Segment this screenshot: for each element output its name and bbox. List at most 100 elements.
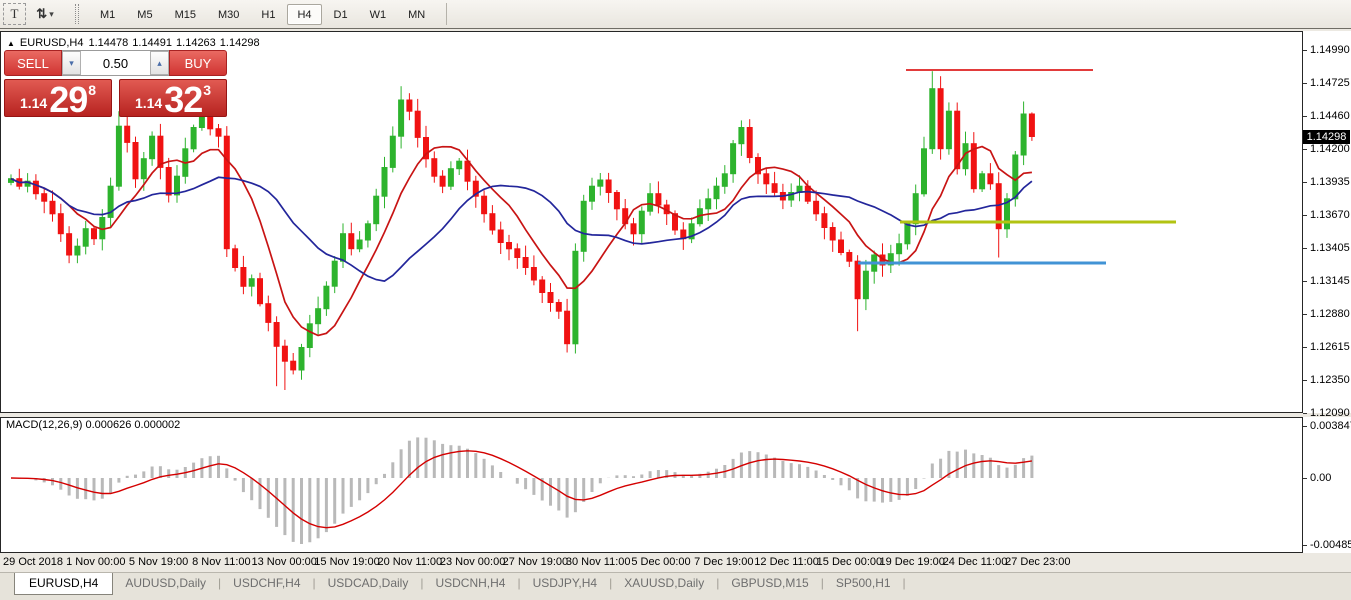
candle xyxy=(548,293,553,303)
price-axis-tick xyxy=(1303,149,1307,150)
timeframe-button-m15[interactable]: M15 xyxy=(165,4,206,25)
diagonal-arrows-icon[interactable]: ⇅ ▾ xyxy=(29,3,61,25)
candle xyxy=(291,361,296,370)
price-axis-label: 1.12615 xyxy=(1310,341,1350,353)
candle xyxy=(648,194,653,212)
candle xyxy=(133,143,138,179)
price-axis-label: 1.14460 xyxy=(1310,110,1350,122)
candle xyxy=(631,224,636,234)
candle xyxy=(274,323,279,347)
price-axis-label: 1.13405 xyxy=(1310,242,1350,254)
macd-chart xyxy=(1,418,1302,552)
chart-tab-bar: EURUSD,H4AUDUSD,Daily|USDCHF,H4|USDCAD,D… xyxy=(0,572,1351,600)
candle xyxy=(839,240,844,253)
timeframe-button-d1[interactable]: D1 xyxy=(324,4,358,25)
time-axis-label: 1 Nov 00:00 xyxy=(66,556,125,568)
price-axis-tick xyxy=(1303,347,1307,348)
macd-axis[interactable]: 0.0038470.00-0.004856 xyxy=(1303,417,1351,553)
candle xyxy=(299,348,304,371)
candle xyxy=(598,180,603,186)
candle xyxy=(282,346,287,361)
sell-price-pip: 8 xyxy=(88,82,96,98)
candle xyxy=(249,279,254,287)
sell-button[interactable]: SELL xyxy=(4,50,62,76)
price-axis-label: 1.13145 xyxy=(1310,275,1350,287)
candle xyxy=(922,149,927,194)
candle xyxy=(714,186,719,199)
price-axis[interactable]: 1.14298 1.149901.147251.144601.142001.13… xyxy=(1303,31,1351,413)
price-axis-tick xyxy=(1303,380,1307,381)
candle xyxy=(980,174,985,189)
timeframe-button-m30[interactable]: M30 xyxy=(208,4,249,25)
price-axis-label: 1.13935 xyxy=(1310,176,1350,188)
tab-audusd[interactable]: AUDUSD,Daily xyxy=(113,573,218,594)
candle xyxy=(581,201,586,251)
candle xyxy=(324,286,329,309)
candle xyxy=(747,128,752,158)
timeframe-button-m1[interactable]: M1 xyxy=(90,4,125,25)
volume-increase-button[interactable]: ▴ xyxy=(150,51,169,75)
time-axis-label: 15 Dec 00:00 xyxy=(817,556,882,568)
candle xyxy=(897,244,902,254)
tab-gbpusd[interactable]: GBPUSD,M15 xyxy=(719,573,820,594)
ohlc-low: 1.14263 xyxy=(176,37,216,49)
price-axis-label: 1.14725 xyxy=(1310,77,1350,89)
macd-axis-tick xyxy=(1303,426,1307,427)
candle xyxy=(266,304,271,323)
tab-eurusd[interactable]: EURUSD,H4 xyxy=(14,573,113,595)
timeframe-button-w1[interactable]: W1 xyxy=(360,4,397,25)
candle xyxy=(448,169,453,187)
volume-input[interactable] xyxy=(81,51,150,75)
candle xyxy=(33,181,38,194)
candle xyxy=(830,228,835,241)
time-axis-label: 8 Nov 11:00 xyxy=(192,556,251,568)
candle xyxy=(241,268,246,287)
candle xyxy=(407,100,412,111)
macd-panel[interactable] xyxy=(0,417,1303,553)
volume-stepper: ▾ ▴ xyxy=(62,50,169,76)
tab-xauusd[interactable]: XAUUSD,Daily xyxy=(612,573,716,594)
candle xyxy=(357,240,362,249)
candle xyxy=(374,196,379,224)
candle xyxy=(822,214,827,228)
candle xyxy=(614,193,619,209)
candle xyxy=(116,126,121,186)
timeframe-button-m5[interactable]: M5 xyxy=(127,4,162,25)
dropdown-caret-icon[interactable]: ▾ xyxy=(49,9,54,20)
time-axis[interactable]: 29 Oct 20181 Nov 00:005 Nov 19:008 Nov 1… xyxy=(0,553,1351,572)
text-tool-icon[interactable]: T xyxy=(3,3,26,25)
buy-price-main: 32 xyxy=(164,83,202,116)
candle xyxy=(855,261,860,299)
macd-indicator-label: MACD(12,26,9) 0.000626 0.000002 xyxy=(6,419,180,431)
tab-usdjpy[interactable]: USDJPY,H4 xyxy=(521,573,609,594)
candle xyxy=(955,111,960,169)
price-axis-tick xyxy=(1303,314,1307,315)
candle xyxy=(656,194,661,205)
timeframe-button-h4[interactable]: H4 xyxy=(287,4,321,25)
buy-button[interactable]: BUY xyxy=(169,50,227,76)
candle xyxy=(440,176,445,186)
macd-axis-tick xyxy=(1303,478,1307,479)
time-axis-label: 20 Nov 11:00 xyxy=(377,556,442,568)
collapse-triangle-icon[interactable]: ▲ xyxy=(7,39,15,48)
candle xyxy=(307,324,312,348)
timeframe-button-h1[interactable]: H1 xyxy=(251,4,285,25)
candle xyxy=(772,184,777,193)
toolbar-drag-handle[interactable] xyxy=(75,4,79,24)
tab-sp500[interactable]: SP500,H1 xyxy=(824,573,903,594)
sell-price-prefix: 1.14 xyxy=(20,95,47,111)
tab-usdcnh[interactable]: USDCNH,H4 xyxy=(423,573,517,594)
buy-price-box[interactable]: 1.14 32 3 xyxy=(119,79,227,117)
candle xyxy=(58,214,63,234)
volume-decrease-button[interactable]: ▾ xyxy=(62,51,81,75)
tab-usdcad[interactable]: USDCAD,Daily xyxy=(316,573,421,594)
candle xyxy=(415,111,420,137)
candle xyxy=(938,89,943,149)
price-axis-tick xyxy=(1303,50,1307,51)
candle xyxy=(531,268,536,281)
timeframe-button-mn[interactable]: MN xyxy=(398,4,435,25)
tab-usdchf[interactable]: USDCHF,H4 xyxy=(221,573,312,594)
candle xyxy=(507,243,512,249)
sell-price-box[interactable]: 1.14 29 8 xyxy=(4,79,112,117)
candle xyxy=(390,136,395,167)
